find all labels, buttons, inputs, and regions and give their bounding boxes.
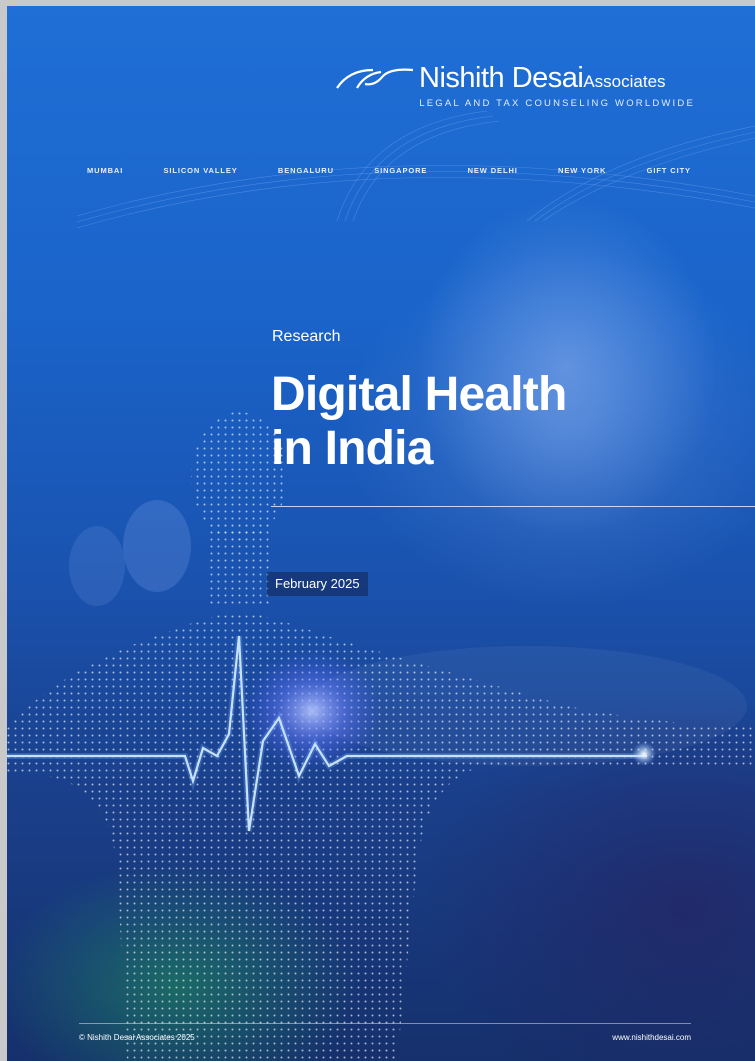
cover-page: Nishith DesaiAssociates LEGAL AND TAX CO… (7, 6, 755, 1061)
swoosh-logo-icon (336, 68, 413, 89)
website-link[interactable]: www.nishithdesai.com (612, 1033, 691, 1042)
publication-date: February 2025 (267, 572, 368, 596)
copyright-notice: © Nishith Desai Associates 2025 (79, 1033, 195, 1042)
brand-name-main: Nishith Desai (419, 62, 584, 94)
location-singapore: SINGAPORE (374, 166, 428, 175)
office-locations: MUMBAI SILICON VALLEY BENGALURU SINGAPOR… (87, 166, 691, 175)
location-gift-city: GIFT CITY (646, 166, 691, 175)
brand-name-suffix: Associates (583, 72, 666, 91)
document-title: Digital Health in India (271, 368, 691, 476)
digital-body-illustration (7, 110, 755, 1061)
location-new-york: NEW YORK (558, 166, 607, 175)
document-category: Research (272, 328, 341, 345)
brand-tagline: LEGAL AND TAX COUNSELING WORLDWIDE (419, 98, 695, 109)
footer-divider (79, 1023, 691, 1024)
title-divider (271, 506, 755, 507)
title-line-2: in India (271, 422, 433, 475)
location-silicon-valley: SILICON VALLEY (163, 166, 238, 175)
background-face (417, 196, 717, 536)
location-mumbai: MUMBAI (87, 166, 124, 175)
title-line-1: Digital Health (271, 368, 567, 421)
location-new-delhi: NEW DELHI (467, 166, 518, 175)
location-bengaluru: BENGALURU (277, 166, 334, 175)
brand-name: Nishith DesaiAssociates (419, 62, 666, 95)
firm-logo[interactable]: Nishith DesaiAssociates LEGAL AND TAX CO… (335, 62, 695, 114)
